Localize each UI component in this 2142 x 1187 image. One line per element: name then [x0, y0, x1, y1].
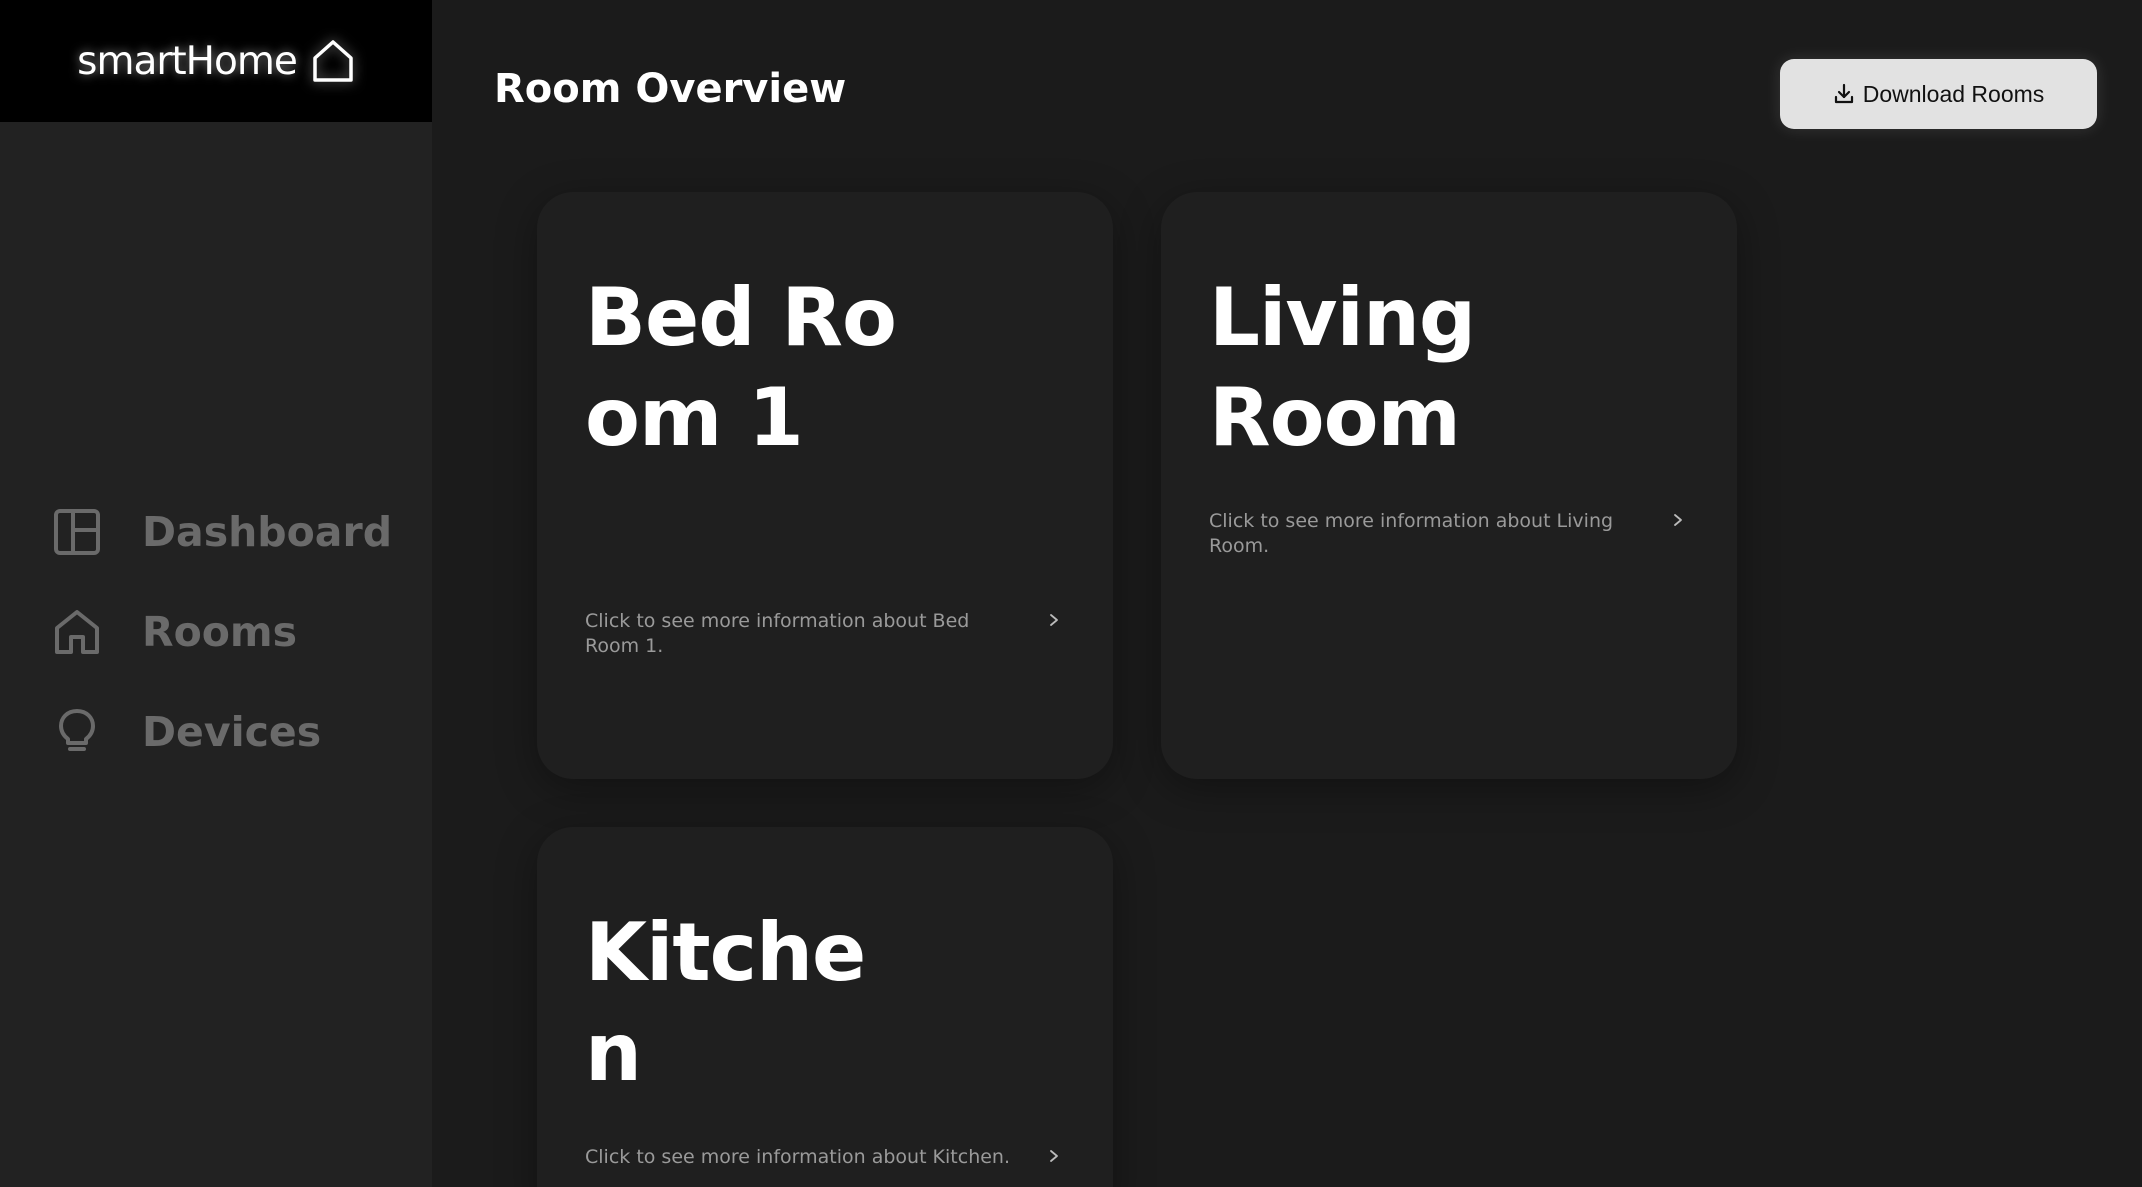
sidebar-nav: Dashboard Rooms Devices [0, 482, 432, 782]
room-card-link[interactable]: Click to see more information about Livi… [1209, 509, 1639, 559]
sidebar-item-label: Rooms [142, 608, 298, 656]
home-icon [55, 610, 99, 654]
download-rooms-button[interactable]: Download Rooms [1780, 59, 2097, 129]
room-card-title: Bed Room 1 [585, 271, 897, 464]
sidebar-item-rooms[interactable]: Rooms [0, 582, 432, 682]
download-button-label: Download Rooms [1862, 80, 2045, 107]
lightbulb-icon [59, 709, 95, 751]
sidebar-item-dashboard[interactable]: Dashboard [0, 482, 432, 582]
sidebar-item-label: Dashboard [142, 508, 393, 556]
room-card-kitchen[interactable]: Kitchen Click to see more information ab… [537, 827, 1113, 1187]
room-card-link[interactable]: Click to see more information about Kitc… [585, 1145, 1015, 1170]
dashboard-layout-icon [54, 509, 100, 555]
sidebar-item-devices[interactable]: Devices [0, 682, 432, 782]
room-card-link[interactable]: Click to see more information about Bed … [585, 609, 1015, 659]
sidebar-item-label: Devices [142, 708, 322, 756]
room-card-bed-room-1[interactable]: Bed Room 1 Click to see more information… [537, 192, 1113, 779]
chevron-right-icon [1050, 1150, 1058, 1162]
room-card-living-room[interactable]: Living Room Click to see more informatio… [1161, 192, 1737, 779]
brand-name: smartHome [77, 38, 298, 84]
room-card-title: Kitchen [585, 906, 866, 1099]
sidebar: smartHome Dashboard Rooms Devices [0, 0, 432, 1187]
home-outline-icon [313, 40, 353, 82]
page-title: Room Overview [494, 66, 847, 112]
brand-logo[interactable]: smartHome [0, 0, 432, 122]
room-card-title: Living Room [1209, 271, 1476, 464]
chevron-right-icon [1674, 514, 1682, 526]
app: smartHome Dashboard Rooms Devices Room O… [0, 0, 2142, 1187]
chevron-right-icon [1050, 614, 1058, 626]
download-icon [1834, 83, 1853, 104]
